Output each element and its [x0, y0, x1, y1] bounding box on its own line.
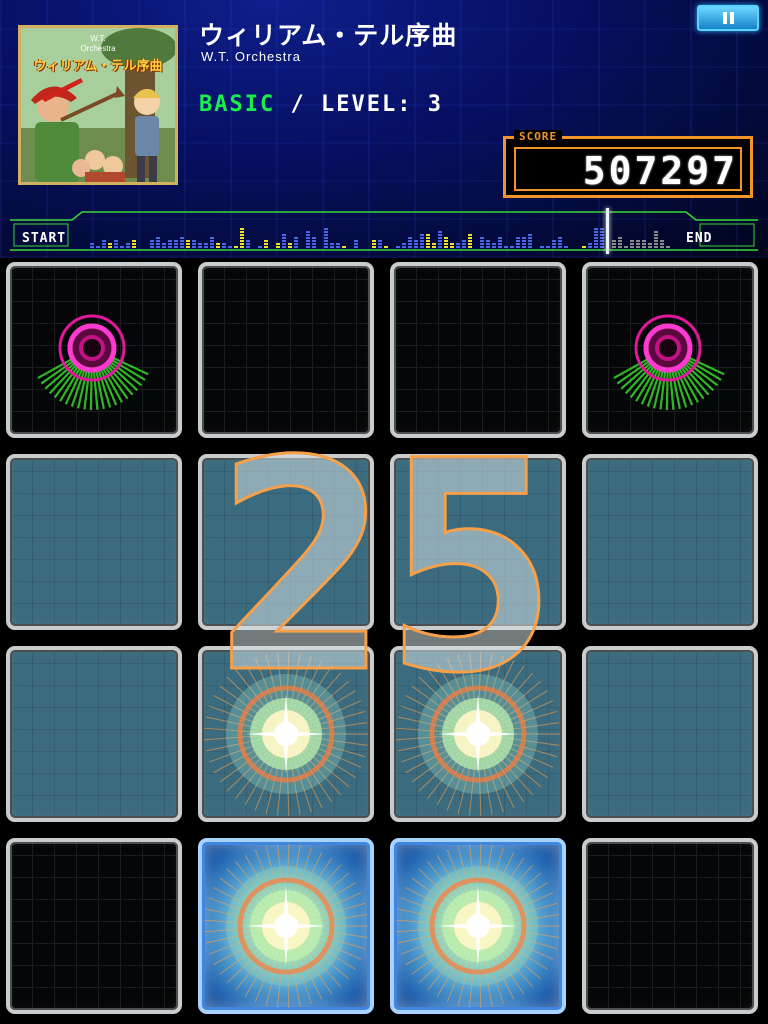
panel-r1-c2[interactable]	[198, 262, 374, 438]
jacket-art: W.T. Orchestra ウィリアム・テル序曲	[18, 25, 178, 185]
panel-r3-c1[interactable]	[6, 646, 182, 822]
panel-r4-c3[interactable]	[390, 838, 566, 1014]
pause-icon	[722, 12, 727, 24]
difficulty-level-line: BASIC / LEVEL: 3	[199, 92, 443, 117]
level-separator: /	[290, 92, 306, 117]
panel-r2-c1[interactable]	[6, 454, 182, 630]
song-progress-bar: START END	[10, 208, 758, 254]
panel-r2-c2[interactable]	[198, 454, 374, 630]
song-header: W.T. Orchestra ウィリアム・テル序曲 ウィリアム・テル序曲 W.T…	[0, 0, 768, 258]
jacket-artist-line2: Orchestra	[80, 44, 116, 53]
jacket-artist-line1: W.T.	[90, 34, 106, 43]
tap-glow-icon	[204, 844, 368, 1008]
play-grid: 25	[0, 258, 768, 1024]
panel-r4-c4[interactable]	[582, 838, 758, 1014]
score-value: 507297	[582, 149, 738, 193]
difficulty-label: BASIC	[199, 92, 276, 117]
pause-icon-bar	[729, 12, 734, 24]
score-box: SCORE 507297	[503, 130, 753, 198]
progress-position-marker	[606, 208, 610, 254]
jacket-title: ウィリアム・テル序曲	[33, 59, 163, 74]
panel-r3-c4[interactable]	[582, 646, 758, 822]
song-title: ウィリアム・テル序曲	[199, 21, 458, 50]
panel-r4-c1[interactable]	[6, 838, 182, 1014]
level-label: LEVEL:	[320, 92, 413, 117]
panel-r1-c4[interactable]	[582, 262, 758, 438]
pause-button[interactable]	[697, 5, 759, 31]
panel-r1-c1[interactable]	[6, 262, 182, 438]
progress-start-label: START	[22, 231, 67, 246]
progress-end-label: END	[686, 231, 713, 246]
song-artist: W.T. Orchestra	[201, 49, 301, 64]
hit-burst-icon	[204, 652, 368, 816]
hit-burst-icon	[396, 652, 560, 816]
panel-r3-c2[interactable]	[198, 646, 374, 822]
note-marker-icon	[613, 314, 725, 411]
panel-r2-c4[interactable]	[582, 454, 758, 630]
note-density-graph	[90, 228, 670, 248]
tap-glow-icon	[396, 844, 560, 1008]
panel-r3-c3[interactable]	[390, 646, 566, 822]
panel-r1-c3[interactable]	[390, 262, 566, 438]
panel-r2-c3[interactable]	[390, 454, 566, 630]
game-screen: W.T. Orchestra ウィリアム・テル序曲 ウィリアム・テル序曲 W.T…	[0, 0, 768, 1024]
score-label: SCORE	[514, 130, 563, 143]
level-value: 3	[427, 92, 443, 117]
panel-r4-c2[interactable]	[198, 838, 374, 1014]
note-marker-icon	[37, 314, 149, 411]
